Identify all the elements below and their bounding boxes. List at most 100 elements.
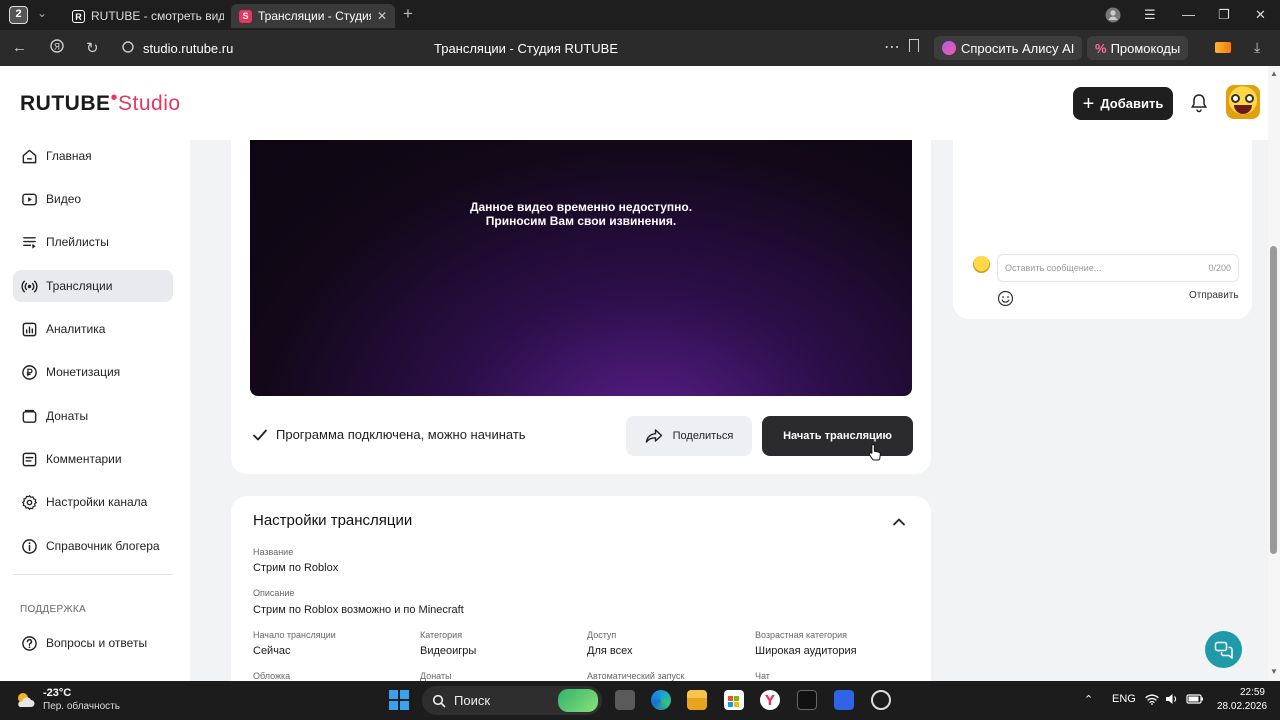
ruble-icon	[22, 364, 37, 380]
scroll-down-icon[interactable]: ▼	[1270, 667, 1278, 676]
edge-icon[interactable]	[651, 690, 671, 710]
chat-panel: Оставить сообщение... 0/200 Отправить	[953, 140, 1252, 319]
minimize-icon[interactable]: —	[1182, 7, 1195, 22]
video-player[interactable]: Данное видео временно недоступно. Принос…	[250, 140, 912, 396]
support-heading: ПОДДЕРЖКА	[20, 604, 86, 615]
promo-codes-button[interactable]: % Промокоды	[1087, 36, 1189, 60]
video-icon	[22, 193, 37, 205]
taskbar-clock[interactable]: 22:59 28.02.2026	[1217, 686, 1267, 714]
file-explorer-icon[interactable]	[687, 690, 707, 710]
field-label-start: Начало трансляции	[253, 630, 336, 640]
send-button[interactable]: Отправить	[1189, 290, 1239, 301]
home-icon	[22, 149, 37, 163]
support-chat-button[interactable]	[1205, 631, 1242, 668]
menu-icon[interactable]: ☰	[1144, 7, 1156, 23]
terminal-icon[interactable]	[797, 690, 817, 710]
tray-chevron-up-icon[interactable]: ⌃	[1084, 693, 1093, 706]
store-icon[interactable]	[724, 690, 744, 710]
profile-icon[interactable]	[1105, 7, 1121, 26]
battery-icon[interactable]	[1186, 693, 1204, 708]
share-button[interactable]: Поделиться	[626, 416, 752, 456]
new-tab-icon[interactable]: +	[403, 5, 413, 23]
sidebar-item-blogger-guide[interactable]: Справочник блогера	[13, 530, 173, 562]
svg-text:Y: Y	[764, 694, 775, 709]
svg-text:Я: Я	[54, 43, 60, 53]
sidebar-item-label: Трансляции	[46, 279, 113, 293]
maximize-icon[interactable]: ❐	[1218, 7, 1230, 23]
weather-temperature[interactable]: -23°C	[43, 687, 71, 699]
add-button[interactable]: + Добавить	[1073, 87, 1173, 120]
sidebar-item-label: Монетизация	[46, 365, 121, 379]
chat-message-input[interactable]: Оставить сообщение... 0/200	[997, 254, 1239, 282]
url-text[interactable]: studio.rutube.ru	[143, 41, 233, 56]
browser-tab-studio[interactable]: S Трансляции - Студия RUTUBE ✕	[231, 4, 395, 28]
windows-start-icon[interactable]	[389, 690, 409, 710]
sidebar-item-label: Плейлисты	[46, 235, 109, 249]
bell-icon[interactable]	[1190, 93, 1208, 118]
yandex-icon[interactable]: Я	[50, 39, 64, 57]
obs-icon[interactable]	[871, 690, 891, 710]
start-stream-button[interactable]: Начать трансляцию	[762, 416, 913, 456]
donate-icon	[22, 409, 37, 423]
avatar[interactable]	[1226, 85, 1260, 119]
app-icon[interactable]	[834, 690, 854, 710]
sidebar-item-donations[interactable]: Донаты	[13, 400, 173, 432]
reload-icon[interactable]: ↻	[86, 39, 99, 57]
more-icon[interactable]: ⋯	[884, 37, 900, 57]
stream-card: Данное видео временно недоступно. Принос…	[231, 132, 931, 474]
sidebar-item-playlists[interactable]: Плейлисты	[13, 226, 173, 258]
emoji-icon[interactable]	[997, 290, 1014, 312]
share-button-label: Поделиться	[672, 430, 734, 442]
wallet-icon[interactable]	[1215, 42, 1231, 53]
yandex-browser-icon[interactable]: Y	[760, 690, 780, 710]
sidebar-item-monetization[interactable]: Монетизация	[13, 356, 173, 388]
language-indicator[interactable]: ENG	[1112, 693, 1136, 705]
taskbar-search[interactable]: Поиск	[422, 686, 602, 715]
stream-settings-card: Настройки трансляции Название Стрим по R…	[231, 496, 931, 681]
tab-count-badge[interactable]: 2	[9, 6, 28, 24]
ask-alice-button[interactable]: Спросить Алису AI	[934, 36, 1083, 60]
download-icon[interactable]: ⤓	[1254, 39, 1260, 56]
volume-icon[interactable]	[1165, 693, 1179, 708]
sidebar-item-home[interactable]: Главная	[13, 140, 173, 172]
chat-input-placeholder: Оставить сообщение...	[1005, 263, 1102, 273]
sidebar-item-faq[interactable]: Вопросы и ответы	[13, 627, 173, 659]
back-icon[interactable]: ←	[12, 39, 27, 56]
scrollbar-thumb[interactable]	[1270, 246, 1277, 554]
field-label-donations: Донаты	[420, 671, 452, 681]
share-icon	[645, 429, 662, 443]
scroll-up-icon[interactable]: ▲	[1270, 69, 1278, 78]
sidebar-item-label: Аналитика	[46, 322, 106, 336]
chat-avatar	[973, 256, 990, 273]
window-close-icon[interactable]: ✕	[1255, 7, 1266, 23]
close-icon[interactable]: ✕	[371, 9, 387, 23]
address-bar: ← Я ↻ studio.rutube.ru Трансляции - Студ…	[0, 30, 1280, 66]
chevron-down-icon[interactable]: ⌄	[37, 6, 47, 20]
windows-taskbar: -23°C Пер. облачность Поиск Y ⌃ ENG 22:5…	[0, 681, 1280, 720]
sidebar: Главная Видео Плейлисты Трансляции Анали…	[0, 140, 190, 681]
sidebar-item-broadcasts[interactable]: Трансляции	[13, 270, 173, 302]
weather-description[interactable]: Пер. облачность	[43, 701, 120, 712]
weather-icon[interactable]	[14, 689, 36, 711]
rutube-studio-logo[interactable]: RUTUBE•Studio	[20, 87, 181, 116]
sidebar-item-label: Видео	[46, 192, 82, 206]
stream-status-text: Программа подключена, можно начинать	[276, 427, 526, 442]
sidebar-item-analytics[interactable]: Аналитика	[13, 313, 173, 345]
settings-title: Настройки трансляции	[253, 512, 413, 529]
sidebar-item-label: Справочник блогера	[46, 539, 160, 553]
sidebar-item-video[interactable]: Видео	[13, 183, 173, 215]
bookmark-icon[interactable]	[909, 39, 919, 52]
tab-label: Трансляции - Студия RUTUBE	[258, 9, 371, 23]
broadcast-icon	[21, 280, 38, 292]
avatar-eye	[1245, 94, 1254, 103]
sidebar-item-comments[interactable]: Комментарии	[13, 443, 173, 475]
player-message-line: Приносим Вам свои извинения.	[485, 214, 677, 228]
chevron-up-icon[interactable]	[892, 514, 906, 532]
wifi-icon[interactable]	[1145, 693, 1159, 708]
search-icon	[432, 694, 446, 707]
sidebar-item-channel-settings[interactable]: Настройки канала	[13, 486, 173, 518]
task-view-icon[interactable]	[615, 690, 635, 710]
sidebar-item-label: Донаты	[46, 409, 89, 423]
browser-tab-rutube[interactable]: R RUTUBE - смотреть видео	[64, 4, 224, 28]
chat-char-counter: 0/200	[1208, 263, 1231, 273]
